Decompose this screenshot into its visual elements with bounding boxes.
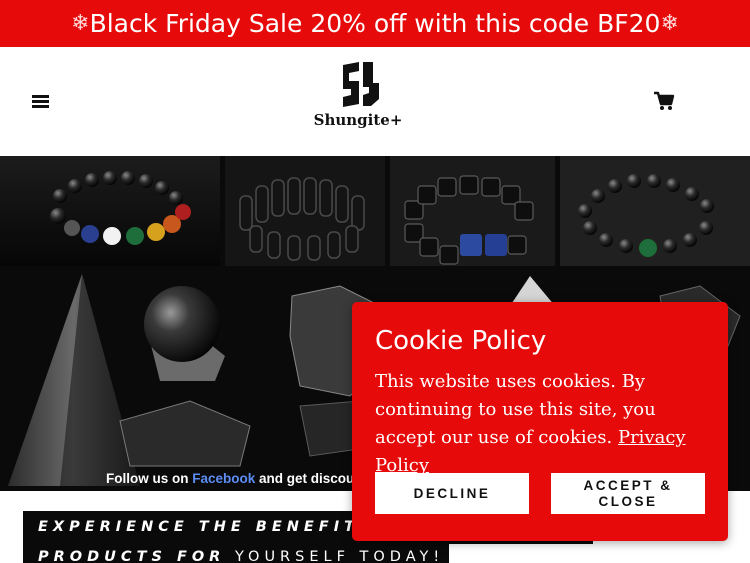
shopping-cart-icon[interactable]: [651, 89, 677, 113]
benefits-light-text: YOURSELF TODAY!: [225, 549, 445, 563]
hamburger-menu-icon[interactable]: [28, 89, 54, 113]
snowflake-icon: ❄: [71, 11, 90, 36]
caption-text: and get discour: [255, 471, 360, 486]
shungite-logo-icon: [343, 62, 379, 107]
cookie-body: This website uses cookies. By continuing…: [375, 371, 656, 448]
benefits-line-2: PRODUCTS FOR YOURSELF TODAY!: [38, 549, 444, 563]
decline-button[interactable]: DECLINE: [375, 473, 529, 514]
hero-caption: Follow us on Facebook and get discour: [106, 471, 360, 486]
cookie-title: Cookie Policy: [375, 326, 547, 356]
brand-name: Shungite+: [313, 111, 403, 129]
benefits-bold-text: PRODUCTS FOR: [38, 549, 226, 563]
site-logo[interactable]: Shungite+: [305, 59, 411, 139]
facebook-link[interactable]: Facebook: [192, 471, 255, 486]
cookie-policy-dialog: Cookie Policy This website uses cookies.…: [352, 302, 728, 541]
announcement-bar: ❄ Black Friday Sale 20% off with this co…: [0, 0, 750, 47]
accept-close-button[interactable]: ACCEPT & CLOSE: [551, 473, 705, 514]
benefits-line-1: EXPERIENCE THE BENEFITS: [38, 519, 375, 535]
snowflake-icon: ❄: [660, 11, 679, 36]
announcement-text: Black Friday Sale 20% off with this code…: [89, 9, 661, 38]
site-header: Shungite+: [0, 47, 750, 156]
caption-text: Follow us on: [106, 471, 193, 486]
cookie-message: This website uses cookies. By continuing…: [375, 368, 715, 480]
